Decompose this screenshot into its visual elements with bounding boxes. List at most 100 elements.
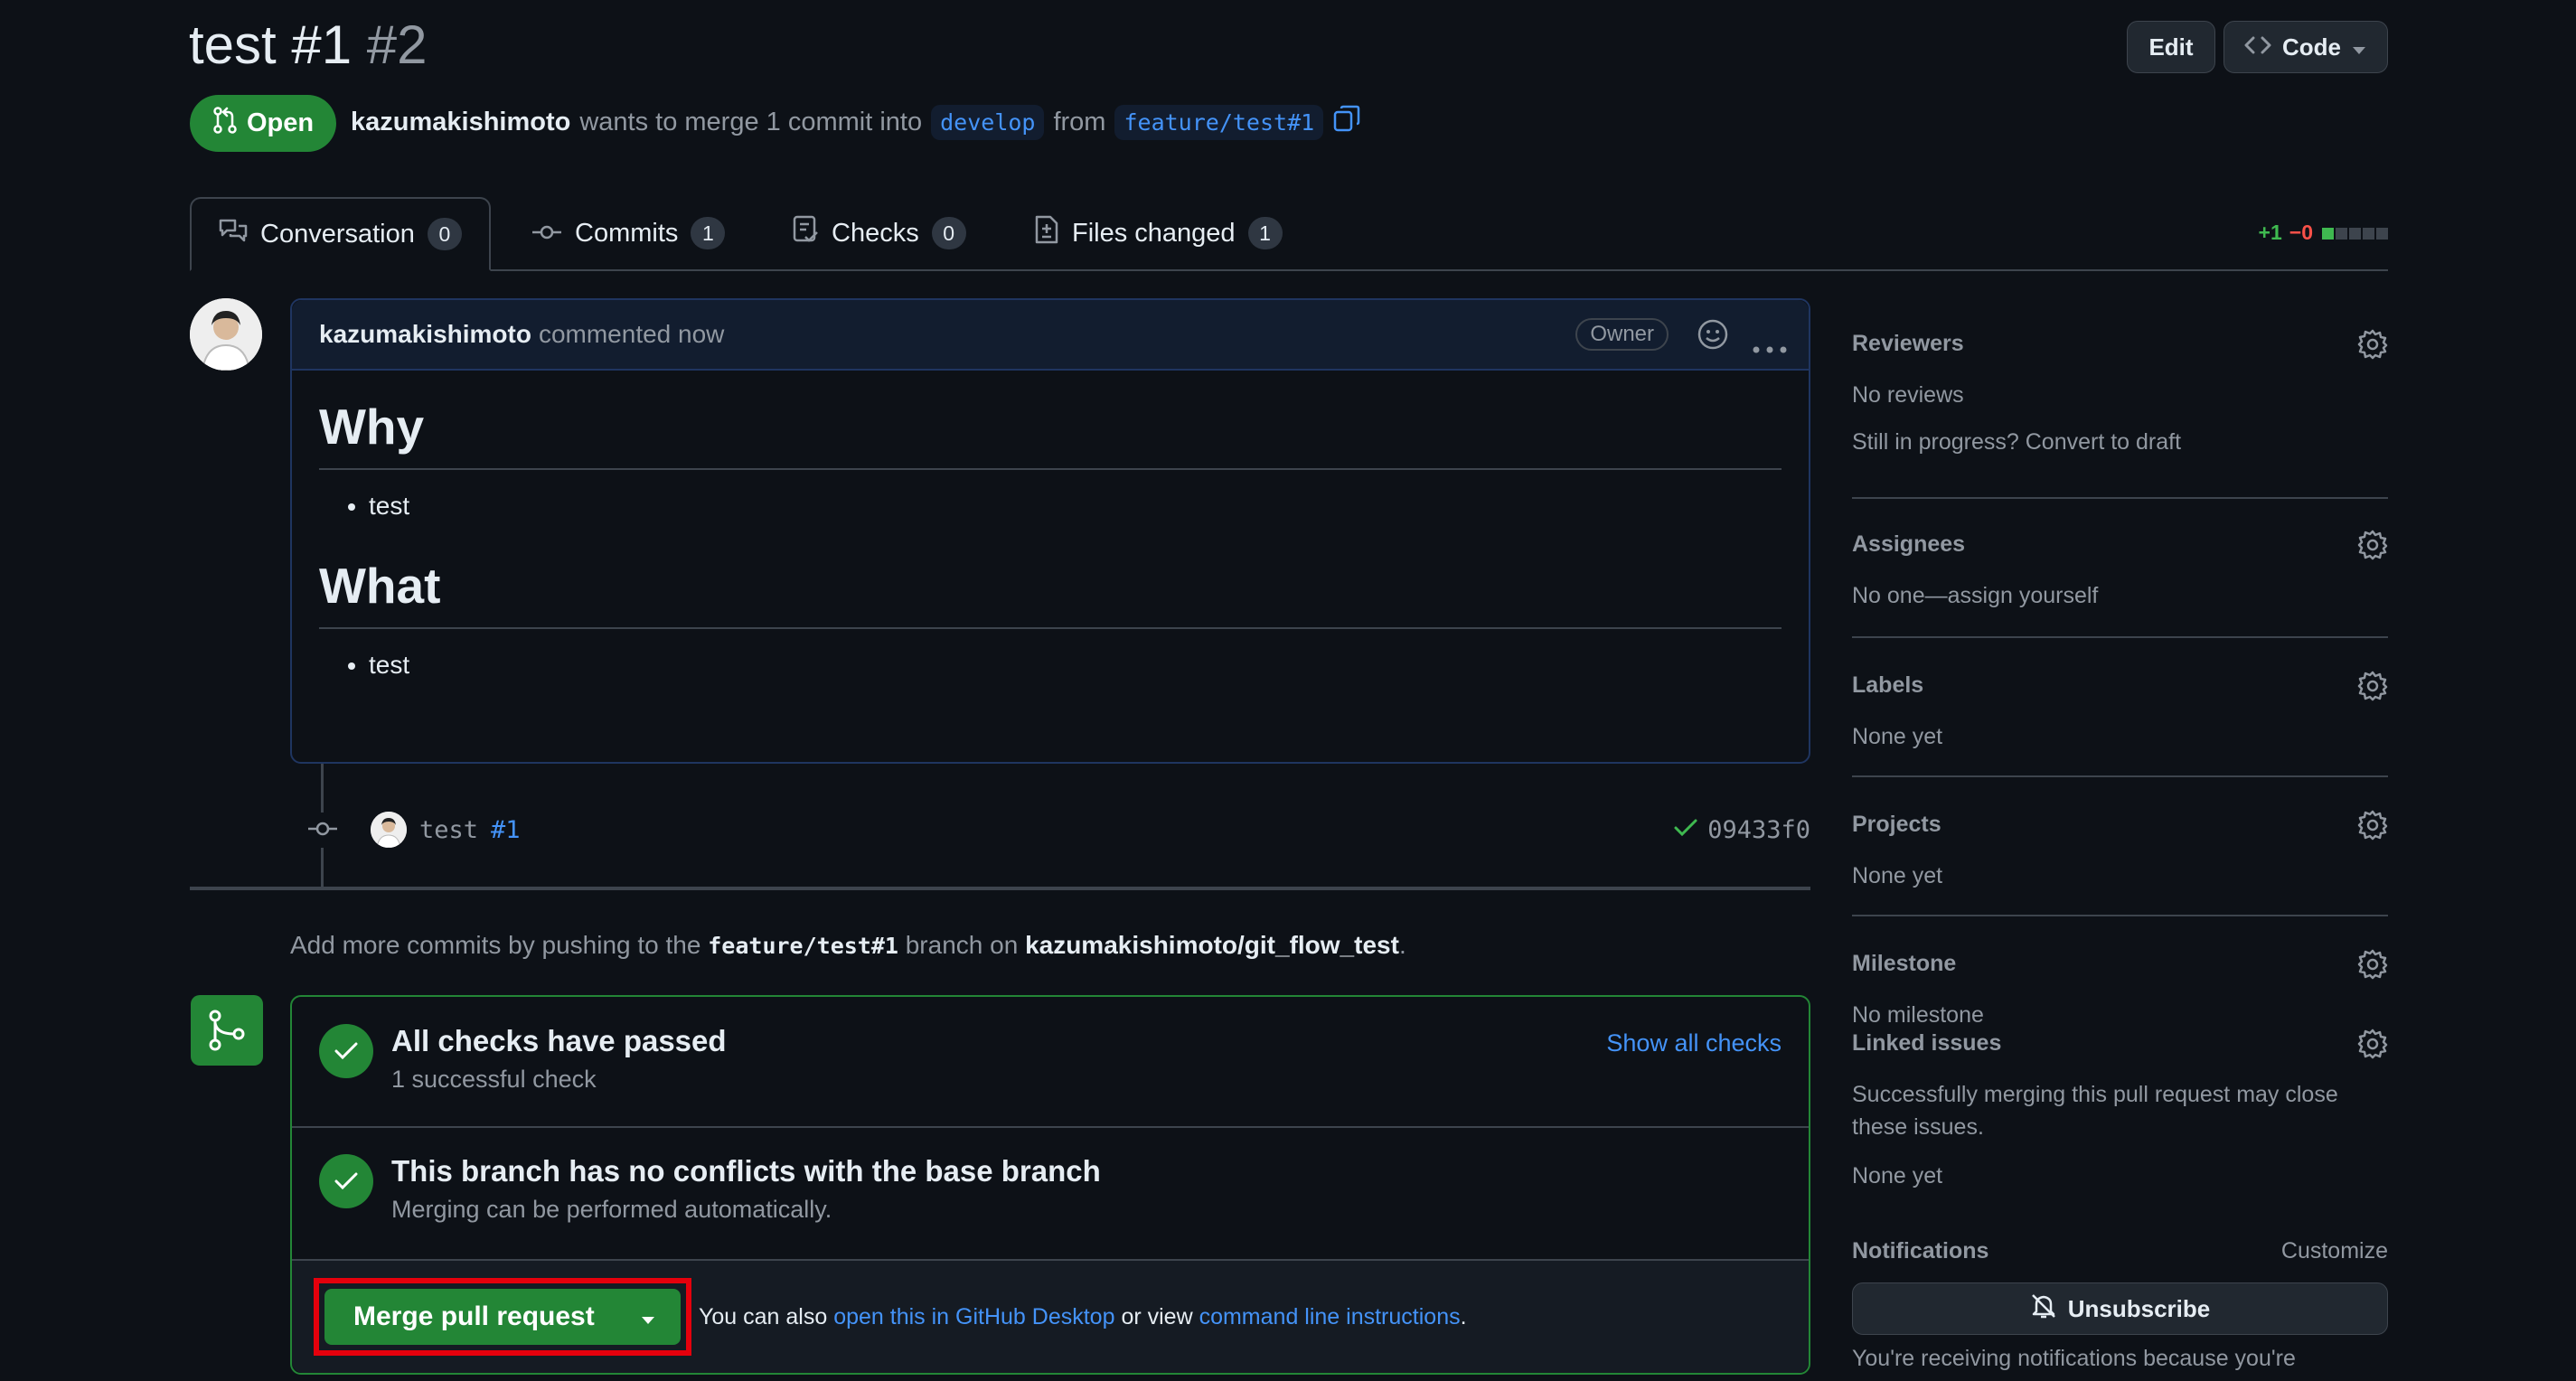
comment-time[interactable]: commented now — [539, 320, 724, 349]
comment-header: kazumakishimoto commented now Owner — [292, 300, 1809, 371]
tab-label: Conversation — [260, 219, 415, 249]
sidebar-linked-issues: Linked issues Successfully merging this … — [1852, 1025, 2388, 1235]
sidebar-title[interactable]: Milestone — [1852, 951, 2388, 977]
git-commit-icon — [531, 219, 562, 249]
sidebar-title[interactable]: Projects — [1852, 812, 2388, 838]
check-icon[interactable] — [1673, 816, 1698, 844]
diffstat-bar — [2320, 221, 2388, 245]
show-all-checks-link[interactable]: Show all checks — [1606, 1029, 1782, 1057]
code-label: Code — [2282, 33, 2341, 61]
hint-prefix: Add more commits by pushing to the — [290, 931, 701, 959]
commit-sha[interactable]: 09433f0 — [1707, 816, 1810, 844]
triangle-down-icon[interactable] — [641, 1301, 655, 1332]
from-text: from — [1053, 107, 1106, 136]
status-label: Open — [246, 108, 315, 137]
sidebar-text: No reviews — [1852, 382, 1964, 408]
commit-message[interactable]: test — [419, 816, 478, 844]
tab-checks[interactable]: Checks 0 — [792, 197, 966, 269]
gear-icon[interactable] — [2357, 1029, 2388, 1064]
git-pull-request-icon — [212, 106, 238, 141]
diff-additions: +1 — [2258, 221, 2282, 244]
sidebar-title[interactable]: Labels — [1852, 672, 2388, 699]
git-commit-icon — [307, 812, 338, 848]
sidebar-title[interactable]: Linked issues — [1852, 1030, 2388, 1057]
tab-commits[interactable]: Commits 1 — [531, 197, 726, 269]
tab-counter: 0 — [427, 218, 462, 250]
merge-pull-request-button[interactable]: Merge pull request — [324, 1289, 681, 1345]
gear-icon[interactable] — [2357, 671, 2388, 706]
gear-icon[interactable] — [2357, 810, 2388, 845]
conflicts-section: This branch has no conflicts with the ba… — [292, 1154, 1809, 1224]
tab-files-changed[interactable]: Files changed 1 — [1034, 197, 1283, 269]
timeline-divider — [190, 887, 1810, 890]
conflicts-sub: Merging can be performed automatically. — [391, 1196, 832, 1223]
gear-icon[interactable] — [2357, 329, 2388, 364]
list-item: test — [369, 492, 410, 520]
status-badge: Open — [190, 95, 336, 152]
timeline-commit: test #1 09433f0 — [307, 804, 1810, 855]
sidebar-text: Successfully merging this pull request m… — [1852, 1082, 2338, 1140]
hint-middle: branch on — [905, 931, 1019, 959]
comment-author[interactable]: kazumakishimoto — [319, 320, 531, 349]
tab-counter: 1 — [691, 217, 726, 249]
sidebar-text: None yet — [1852, 863, 1943, 888]
conflicts-title: This branch has no conflicts with the ba… — [391, 1154, 1101, 1188]
hint-repo: kazumakishimoto/git_flow_test — [1025, 931, 1399, 959]
hint-suffix: . — [1398, 931, 1406, 959]
check-circle-icon — [319, 1154, 373, 1208]
code-icon — [2244, 33, 2271, 61]
sidebar-title[interactable]: Assignees — [1852, 531, 2388, 558]
pr-tabs: Conversation 0 Commits 1 Checks 0 Files … — [190, 197, 2388, 271]
comment-card: kazumakishimoto commented now Owner Why … — [290, 298, 1810, 764]
diff-deletions: −0 — [2289, 221, 2313, 244]
merge-also-text: You can also — [699, 1303, 828, 1329]
customize-link[interactable]: Customize — [2281, 1238, 2388, 1264]
tab-counter: 0 — [931, 217, 966, 249]
head-branch[interactable]: feature/test#1 — [1114, 104, 1324, 140]
tab-label: Checks — [832, 218, 919, 248]
copy-icon[interactable] — [1332, 104, 1361, 140]
unsubscribe-label: Unsubscribe — [2067, 1294, 2211, 1322]
page-title: test #1 #2 — [189, 9, 428, 81]
diffstat: +1 −0 — [2259, 221, 2388, 245]
merge-button-label: Merge pull request — [353, 1301, 595, 1331]
sidebar-title[interactable]: Reviewers — [1852, 331, 2388, 357]
merge-button-highlight: Merge pull request — [314, 1278, 691, 1356]
sidebar-milestone: Milestone No milestone — [1852, 916, 2388, 1028]
owner-badge: Owner — [1575, 318, 1669, 351]
edit-button[interactable]: Edit — [2127, 21, 2215, 73]
merge-actions: Merge pull request You can also open thi… — [292, 1259, 1809, 1373]
command-line-link[interactable]: command line instructions — [1199, 1304, 1461, 1330]
comment-discussion-icon — [219, 218, 248, 250]
tab-counter: 1 — [1247, 217, 1283, 249]
sidebar: Reviewers No reviews Still in progress? … — [1852, 298, 2388, 1375]
heading-why: Why — [319, 371, 1782, 470]
checklist-icon — [792, 215, 819, 251]
sidebar-labels: Labels None yet — [1852, 638, 2388, 777]
tab-label: Commits — [575, 218, 679, 248]
github-desktop-link[interactable]: open this in GitHub Desktop — [833, 1304, 1114, 1330]
avatar[interactable] — [190, 298, 262, 371]
sidebar-notifications: Notifications Customize Unsubscribe You'… — [1852, 1235, 2388, 1375]
or-view-text: or view — [1121, 1303, 1193, 1329]
sidebar-assignees: Assignees No one—assign yourself — [1852, 499, 2388, 638]
kebab-horizontal-icon[interactable] — [1753, 331, 1787, 360]
smiley-icon[interactable] — [1697, 318, 1729, 357]
code-button[interactable]: Code — [2223, 21, 2388, 73]
author-link[interactable]: kazumakishimoto — [351, 108, 570, 137]
pr-subtitle: kazumakishimoto wants to merge 1 commit … — [351, 101, 1361, 143]
gear-icon[interactable] — [2357, 949, 2388, 984]
push-hint: Add more commits by pushing to the featu… — [290, 931, 1406, 960]
unsubscribe-button[interactable]: Unsubscribe — [1852, 1282, 2388, 1335]
sidebar-reviewers: Reviewers No reviews Still in progress? … — [1852, 298, 2388, 499]
assign-yourself-link[interactable]: No one—assign yourself — [1852, 579, 2388, 612]
gear-icon[interactable] — [2357, 530, 2388, 565]
convert-to-draft-link[interactable]: Still in progress? Convert to draft — [1852, 426, 2388, 458]
sidebar-title: Notifications — [1852, 1238, 1989, 1264]
git-merge-icon — [191, 995, 263, 1066]
commit-ref-link[interactable]: #1 — [491, 816, 521, 844]
heading-what: What — [319, 548, 1782, 629]
base-branch[interactable]: develop — [931, 104, 1045, 140]
commit-avatar[interactable] — [371, 812, 407, 848]
tab-conversation[interactable]: Conversation 0 — [190, 197, 491, 271]
